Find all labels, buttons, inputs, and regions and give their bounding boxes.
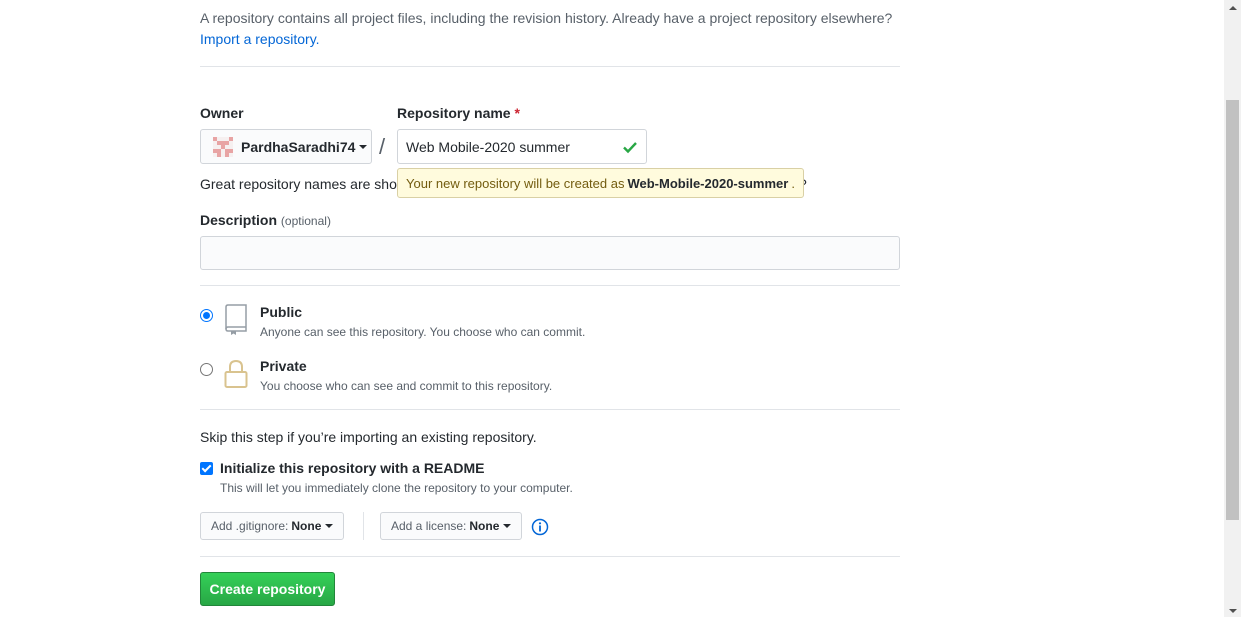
readme-label[interactable]: Initialize this repository with a README bbox=[220, 460, 484, 476]
repository-name-input[interactable]: Web Mobile-2020 summer bbox=[397, 129, 647, 164]
gitignore-dropdown[interactable]: Add .gitignore: None bbox=[200, 512, 345, 540]
scroll-up-icon[interactable] bbox=[1229, 6, 1237, 10]
public-note: Anyone can see this repository. You choo… bbox=[260, 325, 586, 339]
repo-icon bbox=[224, 304, 248, 341]
avatar bbox=[213, 136, 233, 157]
intro-text: A repository contains all project files,… bbox=[200, 8, 892, 50]
description-label: Description (optional) bbox=[200, 212, 331, 228]
gitignore-label: Add .gitignore: bbox=[211, 519, 289, 533]
scrollbar-thumb[interactable] bbox=[1226, 100, 1239, 520]
slash-separator: / bbox=[379, 134, 386, 159]
lock-icon bbox=[224, 358, 248, 395]
info-icon[interactable] bbox=[531, 518, 549, 541]
repo-name-hint: Great repository names are shor bbox=[200, 176, 402, 192]
scroll-down-icon[interactable] bbox=[1229, 609, 1237, 613]
skip-text: Skip this step if you’re importing an ex… bbox=[200, 429, 537, 445]
divider bbox=[200, 66, 900, 67]
tooltip-repo-name: Web-Mobile-2020-summer bbox=[627, 175, 789, 191]
owner-name: PardhaSaradhi74 bbox=[241, 138, 356, 155]
chevron-down-icon bbox=[359, 144, 368, 149]
required-mark: * bbox=[514, 105, 520, 121]
intro-description: A repository contains all project files,… bbox=[200, 10, 893, 26]
description-label-text: Description bbox=[200, 212, 278, 228]
check-icon bbox=[622, 139, 638, 158]
license-dropdown[interactable]: Add a license: None bbox=[380, 512, 523, 540]
optional-text: (optional) bbox=[280, 214, 331, 228]
gitignore-value: None bbox=[291, 519, 322, 533]
chevron-down-icon bbox=[325, 524, 334, 528]
public-radio[interactable] bbox=[200, 309, 213, 322]
divider bbox=[200, 409, 900, 410]
readme-note: This will let you immediately clone the … bbox=[220, 481, 573, 495]
owner-label: Owner bbox=[200, 105, 244, 121]
tooltip-suffix: . bbox=[791, 175, 795, 191]
private-note: You choose who can see and commit to thi… bbox=[260, 379, 553, 393]
divider bbox=[363, 512, 364, 540]
readme-checkbox[interactable] bbox=[200, 462, 213, 475]
divider bbox=[200, 556, 900, 557]
create-repository-button[interactable]: Create repository bbox=[200, 572, 335, 606]
repo-name-tooltip: Your new repository will be created as W… bbox=[397, 168, 804, 198]
description-input[interactable] bbox=[200, 236, 900, 270]
repo-name-label: Repository name * bbox=[397, 105, 520, 121]
repo-name-label-text: Repository name bbox=[397, 105, 511, 121]
repository-name-value: Web Mobile-2020 summer bbox=[406, 138, 570, 155]
public-title: Public bbox=[260, 304, 303, 320]
license-value: None bbox=[469, 519, 500, 533]
license-label: Add a license: bbox=[391, 519, 467, 533]
divider bbox=[200, 285, 900, 286]
tooltip-prefix: Your new repository will be created as bbox=[406, 175, 625, 191]
import-repository-link[interactable]: Import a repository. bbox=[200, 31, 320, 47]
chevron-down-icon bbox=[503, 524, 512, 528]
private-radio[interactable] bbox=[200, 363, 213, 376]
private-title: Private bbox=[260, 358, 307, 374]
owner-dropdown[interactable]: PardhaSaradhi74 bbox=[200, 129, 372, 164]
